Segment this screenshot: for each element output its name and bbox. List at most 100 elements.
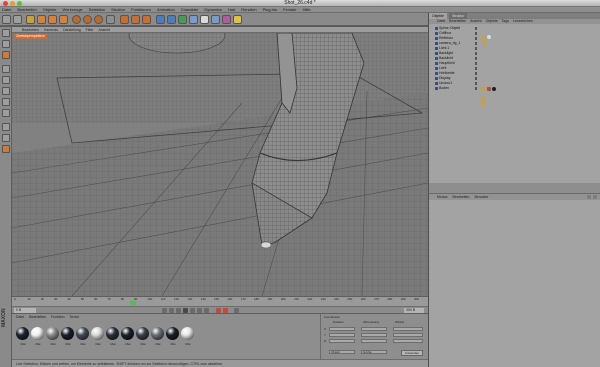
- make-editable-icon[interactable]: [2, 29, 10, 37]
- visibility-toggle-icon[interactable]: [475, 47, 477, 50]
- menu-animation[interactable]: Animation: [157, 7, 175, 12]
- position-y-field[interactable]: [329, 333, 355, 337]
- attribute-menu-modus[interactable]: Modus: [437, 194, 448, 200]
- redo-icon[interactable]: [13, 15, 22, 24]
- back-arrow-icon[interactable]: [587, 195, 591, 199]
- menu-selektion[interactable]: Selektion: [89, 7, 105, 12]
- protection-tag-icon[interactable]: [483, 41, 487, 45]
- coordinate-mode-dropdown[interactable]: Objekt: [329, 350, 355, 354]
- material-tag-icon-2[interactable]: [492, 87, 496, 91]
- move-tool-icon[interactable]: [37, 15, 46, 24]
- size-y-field[interactable]: [361, 333, 387, 337]
- menu-datei[interactable]: Datei: [2, 7, 11, 12]
- live-selection-icon[interactable]: [26, 15, 35, 24]
- visibility-toggle-icon[interactable]: [475, 27, 477, 30]
- menu-dynamics[interactable]: Dynamics: [204, 7, 222, 12]
- axis-mode-icon[interactable]: [2, 123, 10, 131]
- model-mode-icon[interactable]: [2, 40, 10, 48]
- visibility-toggle-icon[interactable]: [475, 62, 477, 65]
- material-swatch[interactable]: [136, 327, 149, 340]
- cube-primitive-icon[interactable]: [156, 15, 165, 24]
- material-menu-textur[interactable]: Textur: [70, 315, 80, 319]
- material-menu-funktion[interactable]: Funktion: [51, 315, 64, 319]
- lock-icon[interactable]: [593, 195, 597, 199]
- material-tag-icon[interactable]: [487, 35, 491, 39]
- timeline-playhead[interactable]: [130, 301, 136, 305]
- points-mode-icon[interactable]: [2, 87, 10, 95]
- rotation-b-field[interactable]: [393, 339, 423, 343]
- visibility-toggle-icon[interactable]: [475, 72, 477, 75]
- viewport-camera-label[interactable]: Zentralperspektive: [14, 34, 47, 39]
- material-swatch[interactable]: [46, 327, 59, 340]
- position-z-field[interactable]: [329, 339, 355, 343]
- workplane-mode-icon[interactable]: [2, 76, 10, 84]
- edges-mode-icon[interactable]: [2, 98, 10, 106]
- menu-hair[interactable]: Hair: [228, 7, 235, 12]
- material-swatch[interactable]: [151, 327, 164, 340]
- material-swatch[interactable]: [16, 327, 29, 340]
- visibility-toggle-icon[interactable]: [475, 57, 477, 60]
- material-swatch[interactable]: [91, 327, 104, 340]
- deformer-icon[interactable]: [200, 15, 209, 24]
- object-mode-icon[interactable]: [2, 51, 10, 59]
- rotation-h-field[interactable]: [393, 327, 423, 331]
- render-tag-icon[interactable]: [487, 87, 491, 91]
- spline-icon[interactable]: [167, 15, 176, 24]
- material-swatch[interactable]: [166, 327, 179, 340]
- timeline-ruler[interactable]: 0 10 20 30 40 50 60 70 80 90 100 110 120 130 140 150 160…: [12, 296, 428, 306]
- array-icon[interactable]: [189, 15, 198, 24]
- material-swatch[interactable]: [61, 327, 74, 340]
- object-menu-datei[interactable]: Datei: [437, 19, 445, 24]
- menu-werkzeuge[interactable]: Werkzeuge: [63, 7, 83, 12]
- compositing-tag-icon[interactable]: [481, 87, 485, 91]
- position-x-field[interactable]: [329, 327, 355, 331]
- material-swatch[interactable]: [121, 327, 134, 340]
- y-axis-icon[interactable]: [83, 15, 92, 24]
- light-icon[interactable]: [233, 15, 242, 24]
- tweak-mode-icon[interactable]: [2, 134, 10, 142]
- menu-bearbeiten[interactable]: Bearbeiten: [17, 7, 36, 12]
- object-menu-lesezeichen[interactable]: Lesezeichen: [513, 19, 533, 24]
- object-row[interactable]: Boden: [429, 86, 600, 91]
- 3d-viewport[interactable]: Zentralperspektive: [12, 33, 428, 296]
- polygons-mode-icon[interactable]: [2, 109, 10, 117]
- nurbs-icon[interactable]: [178, 15, 187, 24]
- size-x-field[interactable]: [361, 327, 387, 331]
- menu-fenster[interactable]: Fenster: [283, 7, 297, 12]
- visibility-toggle-icon[interactable]: [475, 37, 477, 40]
- material-swatch[interactable]: [31, 327, 44, 340]
- viewport-menu-filter[interactable]: Filter: [86, 28, 94, 32]
- visibility-toggle-icon[interactable]: [475, 87, 477, 90]
- material-swatch[interactable]: [106, 327, 119, 340]
- display-tag-icon[interactable]: [481, 97, 485, 101]
- menu-rendern[interactable]: Rendern: [241, 7, 256, 12]
- visibility-toggle-icon[interactable]: [475, 82, 477, 85]
- coordinate-system-icon[interactable]: [106, 15, 115, 24]
- object-manager-scrollarea[interactable]: [429, 183, 600, 193]
- size-mode-dropdown[interactable]: Größe: [361, 350, 387, 354]
- object-menu-objekte[interactable]: Objekte: [486, 19, 498, 24]
- snap-icon[interactable]: [2, 145, 10, 153]
- object-menu-tags[interactable]: Tags: [502, 19, 509, 24]
- visibility-toggle-icon[interactable]: [475, 52, 477, 55]
- menu-struktur[interactable]: Struktur: [111, 7, 125, 12]
- render-view-icon[interactable]: [120, 15, 129, 24]
- render-picture-viewer-icon[interactable]: [131, 15, 140, 24]
- viewport-menu-bearbeiten[interactable]: Bearbeiten: [22, 28, 39, 32]
- menu-funktionen[interactable]: Funktionen: [131, 7, 151, 12]
- menu-hilfe[interactable]: Hilfe: [303, 7, 311, 12]
- render-settings-icon[interactable]: [142, 15, 151, 24]
- visibility-toggle-icon[interactable]: [475, 67, 477, 70]
- material-swatch[interactable]: [181, 327, 194, 340]
- x-axis-icon[interactable]: [72, 15, 81, 24]
- phong-tag-icon[interactable]: [481, 36, 485, 40]
- viewport-menu-ansicht[interactable]: Ansicht: [98, 28, 109, 32]
- target-tag-icon[interactable]: [481, 102, 485, 106]
- camera-icon[interactable]: [222, 15, 231, 24]
- attribute-menu-benutzer[interactable]: Benutzer: [474, 194, 488, 200]
- object-menu-bearbeiten[interactable]: Bearbeiten: [449, 19, 466, 24]
- rotation-p-field[interactable]: [393, 333, 423, 337]
- menu-objekte[interactable]: Objekte: [43, 7, 57, 12]
- visibility-toggle-icon[interactable]: [475, 77, 477, 80]
- scale-tool-icon[interactable]: [48, 15, 57, 24]
